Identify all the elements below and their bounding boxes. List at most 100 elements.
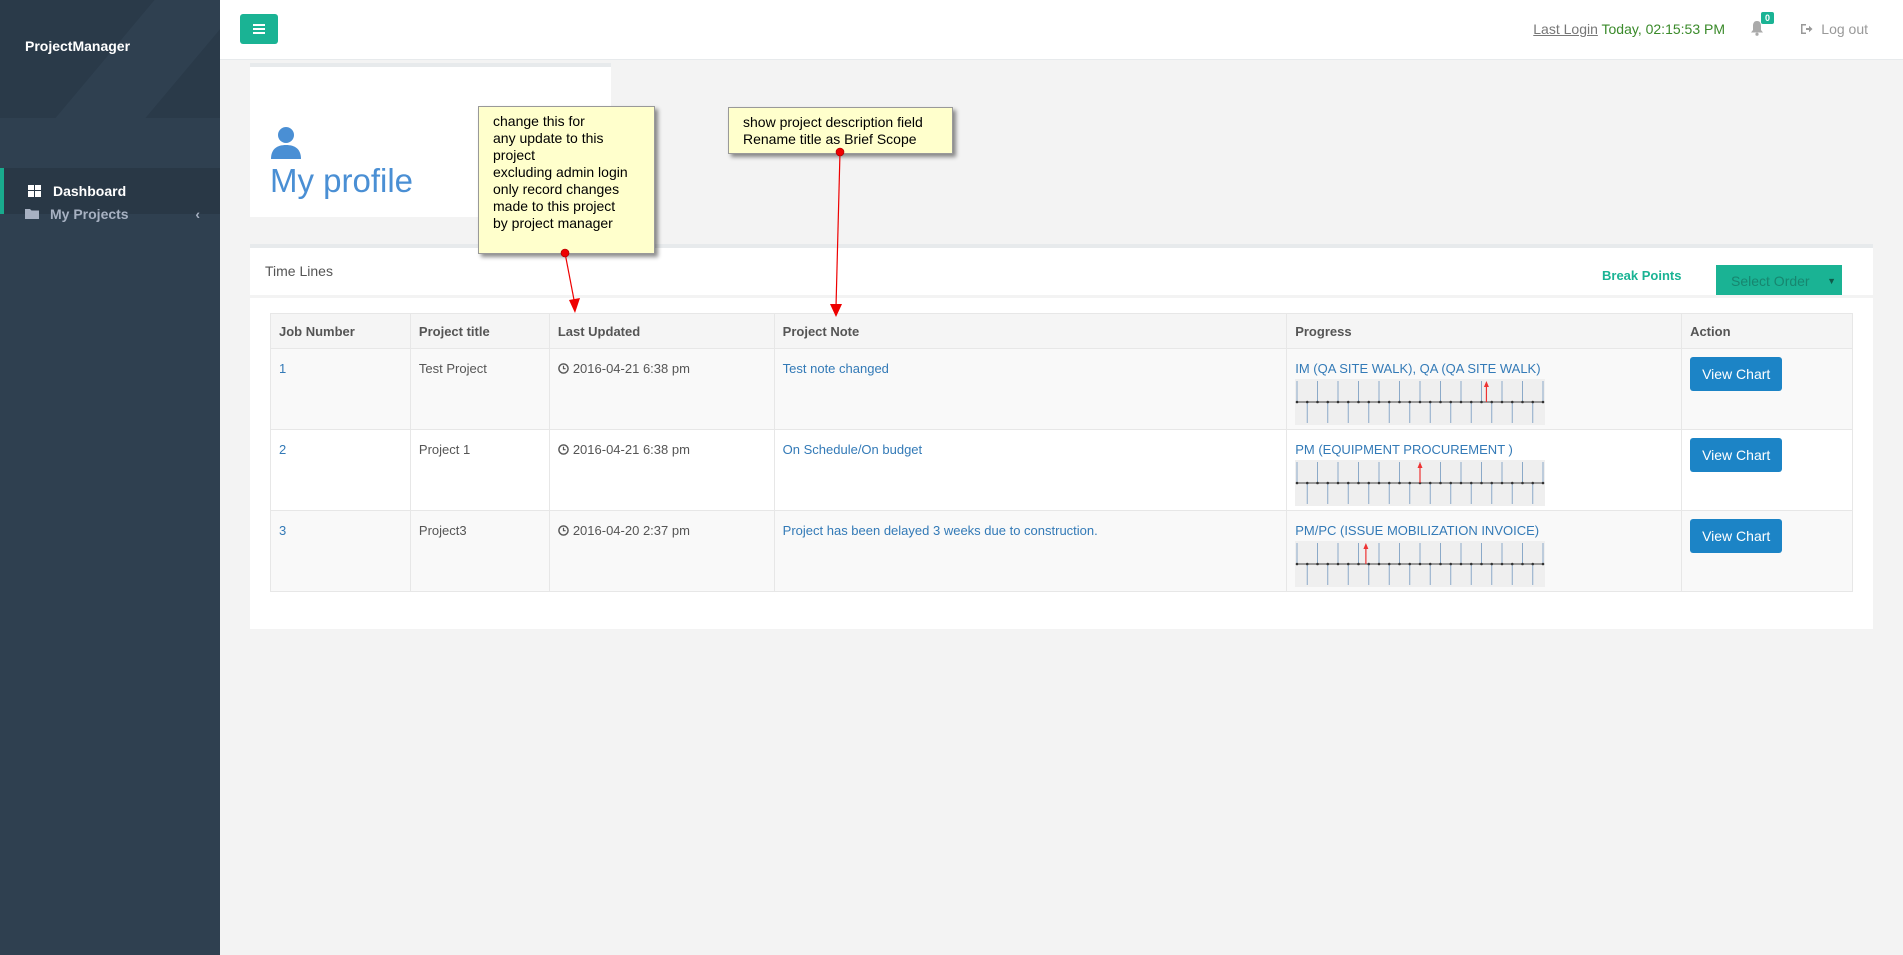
- project-note-link[interactable]: On Schedule/On budget: [783, 442, 923, 457]
- logout-label: Log out: [1821, 21, 1868, 37]
- break-points-link[interactable]: Break Points: [1602, 268, 1681, 283]
- timeline-point: [1347, 400, 1350, 404]
- timeline-point: [1429, 400, 1432, 404]
- progress-stage-link[interactable]: PM/PC (ISSUE MOBILIZATION INVOICE): [1295, 523, 1673, 538]
- timeline-point: [1490, 562, 1494, 566]
- brand-logo[interactable]: ProjectManager: [25, 38, 130, 54]
- timeline-point: [1357, 562, 1361, 566]
- column-header-last-updated[interactable]: Last Updated: [548, 313, 775, 349]
- timeline-point: [1490, 400, 1494, 404]
- timeline-point: [1306, 481, 1309, 485]
- timeline-point: [1459, 481, 1463, 485]
- timeline-point: [1480, 481, 1484, 485]
- timelines-table: Job Number Project title Last Updated Pr…: [270, 313, 1853, 592]
- column-header-project-title[interactable]: Project title: [409, 313, 550, 349]
- clock-icon: [558, 444, 569, 455]
- timeline-point: [1531, 400, 1535, 404]
- column-header-progress[interactable]: Progress: [1286, 313, 1683, 349]
- logout-link[interactable]: Log out: [1800, 21, 1868, 37]
- timeline-point: [1398, 481, 1402, 485]
- timeline-point: [1326, 400, 1330, 404]
- project-note-link[interactable]: Project has been delayed 3 weeks due to …: [783, 523, 1098, 538]
- cell-project-title: Project 1: [409, 429, 550, 511]
- last-updated-value: 2016-04-20 2:37 pm: [572, 523, 690, 538]
- timeline-point: [1521, 562, 1525, 566]
- timeline-point: [1347, 481, 1350, 485]
- cell-job-number: 2: [270, 429, 411, 511]
- top-navbar: Last Login Today, 02:15:53 PM 0 Log out: [220, 0, 1903, 60]
- cell-job-number: 1: [270, 348, 411, 430]
- progress-stage-link[interactable]: IM (QA SITE WALK), QA (QA SITE WALK): [1295, 361, 1673, 376]
- job-number-link[interactable]: 2: [279, 442, 286, 457]
- timeline-point: [1388, 481, 1391, 485]
- cell-project-note: Test note changed: [773, 348, 1288, 430]
- timeline-point: [1295, 562, 1299, 566]
- annotation-note-last-updated: change this for any update to this proje…: [478, 106, 655, 254]
- cell-progress: PM/PC (ISSUE MOBILIZATION INVOICE): [1286, 510, 1683, 592]
- job-number-link[interactable]: 3: [279, 523, 286, 538]
- timeline-point: [1470, 400, 1473, 404]
- select-order-label: Select Order: [1731, 273, 1810, 289]
- user-icon: [270, 126, 302, 163]
- timeline-point: [1326, 562, 1330, 566]
- timeline-point: [1408, 481, 1412, 485]
- job-number-link[interactable]: 1: [279, 361, 286, 376]
- timeline-point: [1459, 400, 1463, 404]
- profile-header-strip: [250, 63, 611, 110]
- project-title: Project 1: [418, 442, 471, 457]
- timeline-point: [1388, 400, 1391, 404]
- sidebar-item-label: My Projects: [50, 206, 129, 222]
- timeline-point: [1449, 562, 1453, 566]
- timeline-point: [1357, 481, 1361, 485]
- progress-timeline[interactable]: [1295, 541, 1546, 587]
- clock-icon: [558, 363, 569, 374]
- sidebar-item-my-projects[interactable]: My Projects ‹: [0, 191, 220, 237]
- timeline-point: [1531, 562, 1535, 566]
- timeline-point: [1541, 481, 1545, 485]
- progress-timeline[interactable]: [1295, 460, 1546, 506]
- timeline-point: [1398, 562, 1402, 566]
- timeline-point: [1336, 481, 1340, 485]
- timeline-point: [1336, 400, 1340, 404]
- cell-project-note: On Schedule/On budget: [773, 429, 1288, 511]
- timeline-point: [1500, 562, 1504, 566]
- timeline-point: [1459, 562, 1463, 566]
- cell-action: View Chart: [1681, 510, 1853, 592]
- sidebar-toggle-button[interactable]: [240, 14, 278, 44]
- timeline-point: [1429, 562, 1432, 566]
- timeline-point: [1418, 400, 1422, 404]
- caret-down-icon: ▼: [1827, 276, 1836, 286]
- sidebar-header-background: [0, 0, 220, 118]
- progress-timeline[interactable]: [1295, 379, 1546, 425]
- cell-progress: PM (EQUIPMENT PROCUREMENT ): [1286, 429, 1683, 511]
- timeline-point: [1449, 400, 1453, 404]
- select-order-dropdown[interactable]: Select Order ▼: [1716, 265, 1842, 297]
- timeline-point: [1316, 400, 1320, 404]
- timeline-point: [1377, 481, 1381, 485]
- timeline-point: [1306, 562, 1309, 566]
- page-title: My profile: [270, 162, 414, 199]
- table-header-row: Job Number Project title Last Updated Pr…: [270, 313, 1853, 349]
- timelines-panel: Time Lines Break Points Select Order ▼ J…: [250, 244, 1873, 629]
- view-chart-button[interactable]: View Chart: [1690, 438, 1783, 472]
- timeline-point: [1316, 562, 1320, 566]
- timeline-point: [1439, 481, 1443, 485]
- timeline-point: [1367, 400, 1371, 404]
- timeline-point: [1408, 400, 1412, 404]
- chevron-left-icon[interactable]: ‹: [195, 206, 200, 222]
- timeline-point: [1408, 562, 1412, 566]
- view-chart-button[interactable]: View Chart: [1690, 519, 1783, 553]
- cell-last-updated: 2016-04-21 6:38 pm: [548, 429, 775, 511]
- project-note-link[interactable]: Test note changed: [783, 361, 889, 376]
- cell-last-updated: 2016-04-21 6:38 pm: [548, 348, 775, 430]
- timeline-point: [1470, 481, 1473, 485]
- column-header-action[interactable]: Action: [1681, 313, 1853, 349]
- timeline-point: [1449, 481, 1453, 485]
- column-header-job-number[interactable]: Job Number: [270, 313, 411, 349]
- view-chart-button[interactable]: View Chart: [1690, 357, 1783, 391]
- progress-stage-link[interactable]: PM (EQUIPMENT PROCUREMENT ): [1295, 442, 1673, 457]
- column-header-project-note[interactable]: Project Note: [773, 313, 1288, 349]
- last-login-value: Today, 02:15:53 PM: [1601, 21, 1725, 37]
- timeline-point: [1398, 400, 1402, 404]
- timeline-point: [1521, 400, 1525, 404]
